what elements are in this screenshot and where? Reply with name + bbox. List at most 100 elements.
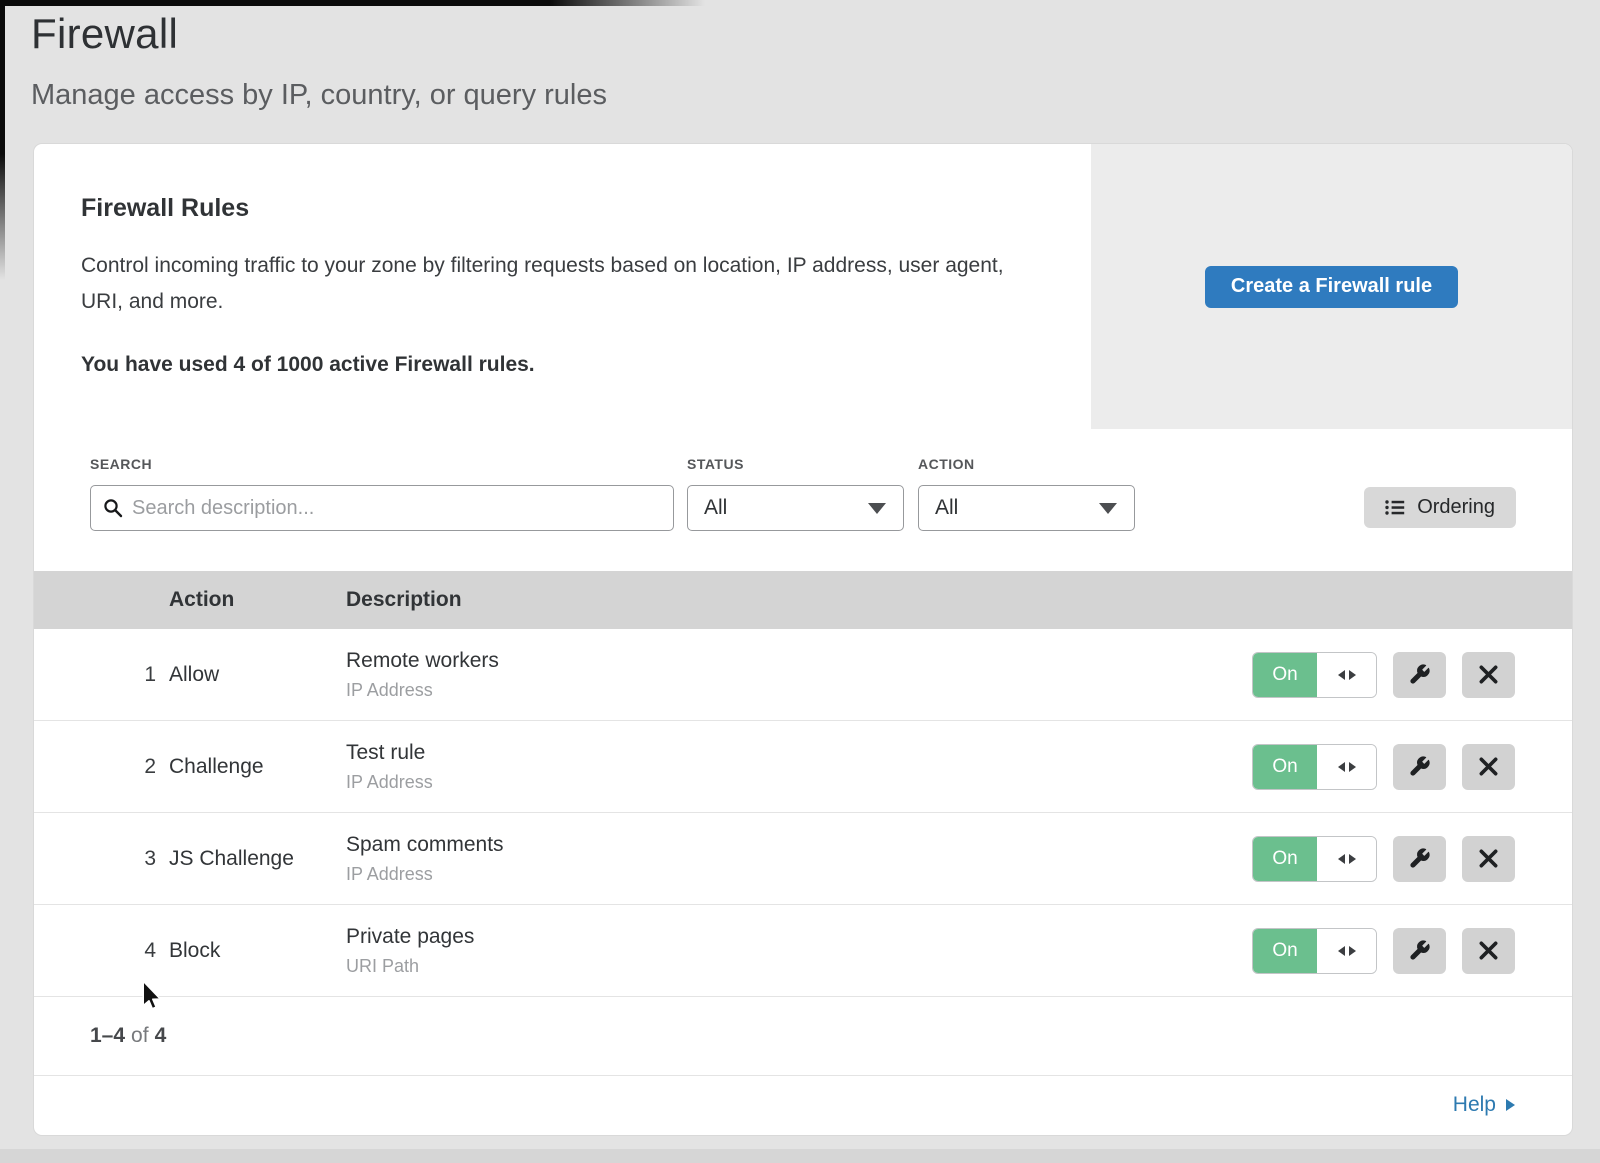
rule-action: Block (169, 939, 346, 963)
status-select-value: All (704, 496, 727, 520)
create-firewall-rule-button[interactable]: Create a Firewall rule (1205, 266, 1458, 308)
chevron-down-icon (868, 503, 886, 514)
rule-enabled-toggle[interactable]: On (1252, 928, 1377, 974)
x-icon (1479, 665, 1498, 684)
page-title: Firewall (31, 10, 1600, 58)
screen-edge-artifact-bottom (0, 1149, 1600, 1163)
search-label: SEARCH (90, 456, 674, 472)
screen-edge-artifact-top (0, 0, 705, 6)
rule-action: Allow (169, 663, 346, 687)
rule-field: IP Address (346, 864, 1242, 885)
rule-field: URI Path (346, 956, 1242, 977)
status-filter: STATUS All (687, 456, 904, 531)
mouse-cursor (140, 980, 164, 1010)
intro-section: Firewall Rules Control incoming traffic … (34, 144, 1572, 429)
action-select-value: All (935, 496, 958, 520)
section-title: Firewall Rules (81, 194, 1091, 223)
create-rule-panel: Create a Firewall rule (1091, 144, 1572, 429)
rule-priority: 4 (144, 939, 169, 963)
rule-controls: On (1242, 652, 1572, 698)
table-row: 4 Block Private pages URI Path On (34, 905, 1572, 997)
toggle-on-label: On (1253, 929, 1317, 973)
toggle-arrows-icon (1317, 929, 1376, 973)
ordering-list-icon (1385, 499, 1405, 516)
rule-description-cell: Remote workers IP Address (346, 649, 1242, 701)
help-link-label: Help (1453, 1093, 1496, 1117)
page-header: Firewall Manage access by IP, country, o… (0, 0, 1600, 112)
firewall-rules-card: Firewall Rules Control incoming traffic … (33, 143, 1573, 1136)
rule-controls: On (1242, 928, 1572, 974)
delete-rule-button[interactable] (1462, 744, 1515, 790)
rule-description: Spam comments (346, 833, 1242, 857)
edit-rule-button[interactable] (1393, 836, 1446, 882)
wrench-icon (1408, 847, 1431, 870)
rule-controls: On (1242, 836, 1572, 882)
ordering-button-label: Ordering (1417, 496, 1495, 519)
screen-edge-artifact-left (0, 0, 5, 280)
chevron-right-icon (1506, 1099, 1515, 1111)
help-link[interactable]: Help (1453, 1093, 1515, 1117)
rule-action: Challenge (169, 755, 346, 779)
search-input-box[interactable] (90, 485, 674, 531)
edit-rule-button[interactable] (1393, 744, 1446, 790)
wrench-icon (1408, 755, 1431, 778)
table-row: 3 JS Challenge Spam comments IP Address … (34, 813, 1572, 905)
intro-text-panel: Firewall Rules Control incoming traffic … (34, 144, 1091, 429)
column-header-description: Description (346, 588, 1242, 612)
rule-field: IP Address (346, 772, 1242, 793)
section-description: Control incoming traffic to your zone by… (81, 248, 1026, 320)
rule-description: Private pages (346, 925, 1242, 949)
rule-priority: 2 (144, 755, 169, 779)
table-header: Action Description (34, 571, 1572, 629)
x-icon (1479, 757, 1498, 776)
wrench-icon (1408, 663, 1431, 686)
search-input[interactable] (132, 497, 661, 520)
search-icon (103, 498, 123, 518)
chevron-down-icon (1099, 503, 1117, 514)
pagination-of: of (131, 1024, 149, 1048)
filters-bar: SEARCH STATUS All ACTION All (34, 429, 1572, 571)
toggle-on-label: On (1253, 745, 1317, 789)
delete-rule-button[interactable] (1462, 836, 1515, 882)
toggle-arrows-icon (1317, 653, 1376, 697)
help-row: Help (34, 1076, 1572, 1134)
x-icon (1479, 849, 1498, 868)
edit-rule-button[interactable] (1393, 652, 1446, 698)
usage-summary: You have used 4 of 1000 active Firewall … (81, 353, 1091, 377)
status-label: STATUS (687, 456, 904, 472)
action-label: ACTION (918, 456, 1135, 472)
column-header-action: Action (169, 588, 346, 612)
rule-priority: 1 (144, 663, 169, 687)
rule-description: Test rule (346, 741, 1242, 765)
pagination: 1–4 of 4 (34, 997, 1572, 1076)
pagination-total: 4 (155, 1024, 167, 1048)
rule-enabled-toggle[interactable]: On (1252, 744, 1377, 790)
rule-priority: 3 (144, 847, 169, 871)
rule-action: JS Challenge (169, 847, 346, 871)
status-select[interactable]: All (687, 485, 904, 531)
page-subtitle: Manage access by IP, country, or query r… (31, 79, 1600, 112)
action-filter: ACTION All (918, 456, 1135, 531)
wrench-icon (1408, 939, 1431, 962)
rule-description-cell: Test rule IP Address (346, 741, 1242, 793)
search-filter: SEARCH (90, 456, 674, 531)
toggle-on-label: On (1253, 837, 1317, 881)
table-row: 1 Allow Remote workers IP Address On (34, 629, 1572, 721)
edit-rule-button[interactable] (1393, 928, 1446, 974)
rule-description-cell: Private pages URI Path (346, 925, 1242, 977)
pagination-range: 1–4 (90, 1024, 125, 1048)
toggle-arrows-icon (1317, 745, 1376, 789)
rule-controls: On (1242, 744, 1572, 790)
rule-enabled-toggle[interactable]: On (1252, 836, 1377, 882)
action-select[interactable]: All (918, 485, 1135, 531)
rule-description: Remote workers (346, 649, 1242, 673)
delete-rule-button[interactable] (1462, 652, 1515, 698)
toggle-on-label: On (1253, 653, 1317, 697)
table-row: 2 Challenge Test rule IP Address On (34, 721, 1572, 813)
delete-rule-button[interactable] (1462, 928, 1515, 974)
toggle-arrows-icon (1317, 837, 1376, 881)
x-icon (1479, 941, 1498, 960)
rule-enabled-toggle[interactable]: On (1252, 652, 1377, 698)
ordering-button[interactable]: Ordering (1364, 487, 1516, 528)
rule-field: IP Address (346, 680, 1242, 701)
